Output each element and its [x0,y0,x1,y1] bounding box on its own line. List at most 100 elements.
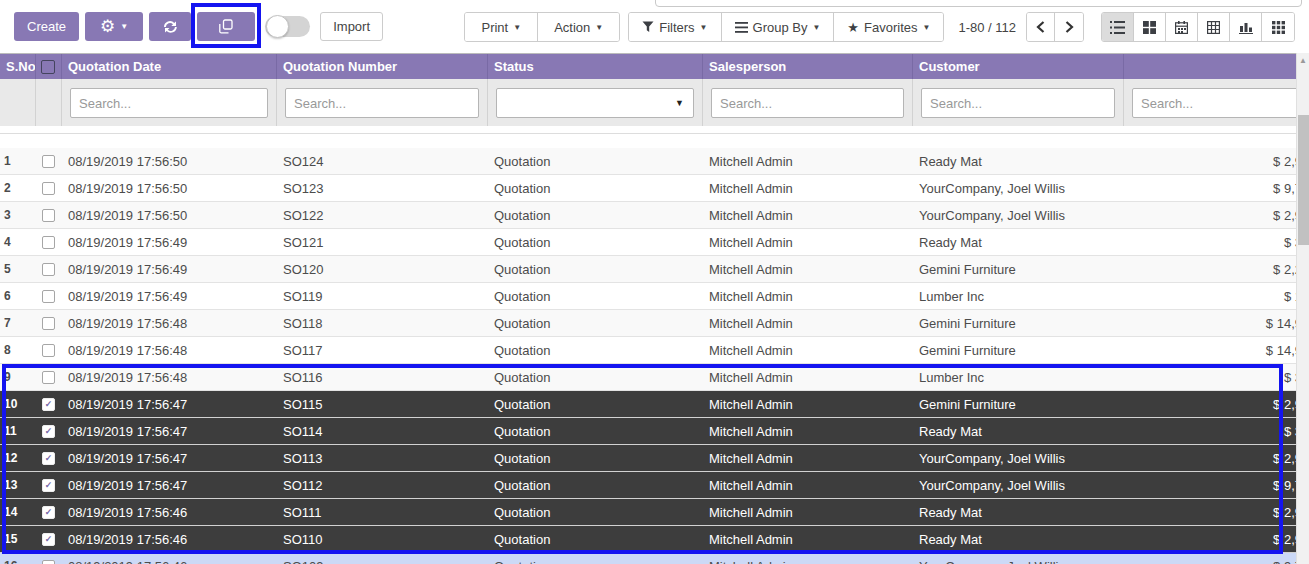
print-action-group: Print▼ Action▼ [464,12,620,42]
row-status: Quotation [488,445,703,471]
row-checkbox-cell [36,337,62,363]
table-row[interactable]: 708/19/2019 17:56:48SO118QuotationMitche… [0,310,1309,337]
select-all-checkbox[interactable] [41,60,55,74]
table-row[interactable]: 308/19/2019 17:56:50SO122QuotationMitche… [0,202,1309,229]
table-row[interactable]: 1608/19/2019 17:56:46SO109QuotationMitch… [0,553,1309,564]
table-row[interactable]: 108/19/2019 17:56:50SO124QuotationMitche… [0,148,1309,175]
table-row[interactable]: 1108/19/2019 17:56:47SO114QuotationMitch… [0,418,1309,445]
row-checkbox[interactable] [42,344,55,357]
filter-input-quotation-date[interactable] [70,88,268,118]
row-checkbox[interactable] [42,155,55,168]
row-quotation-date: 08/19/2019 17:56:50 [62,148,277,174]
gear-icon: ⚙ [100,18,115,35]
row-quotation-date: 08/19/2019 17:56:50 [62,175,277,201]
table-row[interactable]: 808/19/2019 17:56:48SO117QuotationMitche… [0,337,1309,364]
row-checkbox[interactable] [42,209,55,222]
row-checkbox[interactable] [42,506,55,519]
favorites-button[interactable]: ★ Favorites▼ [834,13,943,41]
activity-view-button[interactable] [1262,13,1294,41]
calendar-view-button[interactable] [1166,13,1198,41]
table-gap [0,126,1309,148]
graph-view-button[interactable] [1230,13,1262,41]
row-checkbox-cell [36,391,62,417]
row-checkbox-cell [36,418,62,444]
row-checkbox-cell [36,472,62,498]
table-row[interactable]: 208/19/2019 17:56:50SO123QuotationMitche… [0,175,1309,202]
row-checkbox[interactable] [42,560,55,564]
column-header-salesperson[interactable]: Salesperson [703,54,913,79]
row-checkbox-cell [36,553,62,564]
print-button[interactable]: Print▼ [465,13,538,41]
pivot-view-button[interactable] [1198,13,1230,41]
filter-input-total[interactable] [1132,88,1309,118]
row-salesperson: Mitchell Admin [703,472,913,498]
pager-previous-button[interactable] [1027,13,1055,41]
row-checkbox[interactable] [42,290,55,303]
filter-input-quotation-number[interactable] [285,88,479,118]
table-row[interactable]: 508/19/2019 17:56:49SO120QuotationMitche… [0,256,1309,283]
table-row[interactable]: 908/19/2019 17:56:48SO116QuotationMitche… [0,364,1309,391]
row-checkbox[interactable] [42,398,55,411]
column-header-quotation-number[interactable]: Quotation Number [277,54,488,79]
row-customer: YourCompany, Joel Willis [913,445,1124,471]
row-quotation-date: 08/19/2019 17:56:49 [62,283,277,309]
table-row[interactable]: 1308/19/2019 17:56:47SO112QuotationMitch… [0,472,1309,499]
row-index: 7 [0,310,36,336]
column-header-total[interactable] [1124,54,1309,79]
row-index: 9 [0,364,36,390]
settings-dropdown-button[interactable]: ⚙ ▼ [85,12,143,41]
scroll-up-arrow[interactable]: ▲ [1297,53,1309,68]
row-quotation-number: SO115 [277,391,488,417]
row-quotation-number: SO116 [277,364,488,390]
refresh-icon [162,19,178,35]
column-header-customer[interactable]: Customer [913,54,1124,79]
row-checkbox[interactable] [42,263,55,276]
row-index: 10 [0,391,36,417]
row-total: $ 2,9 [1124,445,1309,471]
filter-input-salesperson[interactable] [711,88,904,118]
chevron-down-icon: ▼ [700,23,708,32]
kanban-view-button[interactable] [1134,13,1166,41]
row-checkbox[interactable] [42,479,55,492]
row-checkbox[interactable] [42,371,55,384]
filter-input-customer[interactable] [921,88,1115,118]
column-header-sno[interactable]: S.No [0,54,36,79]
group-by-button[interactable]: Group By▼ [722,13,835,41]
row-salesperson: Mitchell Admin [703,310,913,336]
row-quotation-number: SO109 [277,553,488,564]
row-total: $ 14,9 [1124,337,1309,363]
table-row[interactable]: 608/19/2019 17:56:49SO119QuotationMitche… [0,283,1309,310]
column-header-quotation-date[interactable]: Quotation Date [62,54,277,79]
row-status: Quotation [488,202,703,228]
refresh-button[interactable] [149,12,191,41]
row-checkbox[interactable] [42,236,55,249]
row-checkbox[interactable] [42,317,55,330]
create-button[interactable]: Create [14,12,79,41]
pager-next-button[interactable] [1055,13,1083,41]
toggle-switch[interactable] [265,16,310,37]
global-search-input[interactable] [655,0,1302,7]
row-checkbox[interactable] [42,425,55,438]
table-row[interactable]: 1508/19/2019 17:56:46SO110QuotationMitch… [0,526,1309,553]
table-row[interactable]: 1008/19/2019 17:56:47SO115QuotationMitch… [0,391,1309,418]
table-row[interactable]: 1408/19/2019 17:56:46SO111QuotationMitch… [0,499,1309,526]
column-header-select-all[interactable] [36,54,62,79]
table-row[interactable]: 1208/19/2019 17:56:47SO113QuotationMitch… [0,445,1309,472]
row-checkbox[interactable] [42,533,55,546]
duplicate-button[interactable] [197,12,255,41]
column-header-status[interactable]: Status [488,54,703,79]
filters-button[interactable]: Filters▼ [629,13,721,41]
row-quotation-date: 08/19/2019 17:56:47 [62,445,277,471]
row-index: 14 [0,499,36,525]
row-customer: YourCompany, Joel Willis [913,202,1124,228]
vertical-scrollbar[interactable]: ▲ [1296,53,1309,564]
table-row[interactable]: 408/19/2019 17:56:49SO121QuotationMitche… [0,229,1309,256]
action-button[interactable]: Action▼ [538,13,619,41]
row-checkbox[interactable] [42,452,55,465]
row-checkbox[interactable] [42,182,55,195]
scrollbar-thumb[interactable] [1298,115,1309,245]
filter-select-status[interactable]: ▼ [496,88,694,118]
import-button[interactable]: Import [320,12,383,41]
hamburger-icon [735,22,748,33]
list-view-button[interactable] [1102,13,1134,41]
